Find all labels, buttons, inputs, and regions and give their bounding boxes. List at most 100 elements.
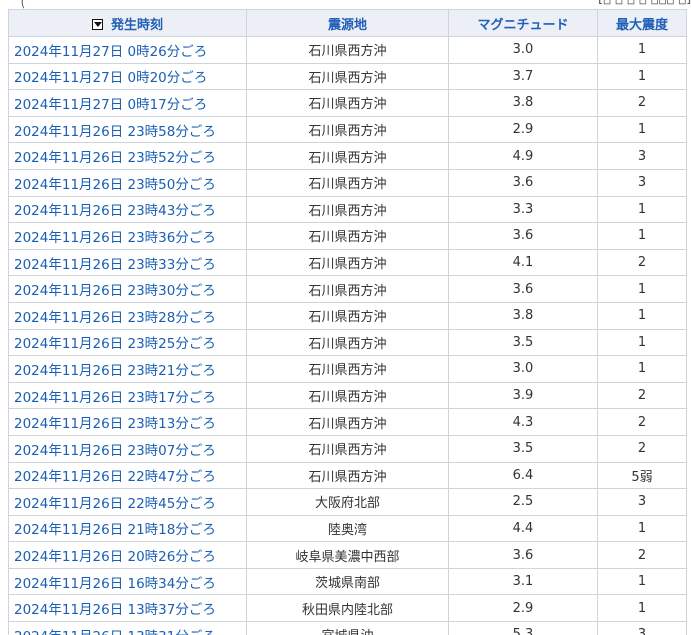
table-row[interactable]: 2024年11月26日 23時43分ごろ 石川県西方沖 3.3 1 [8,195,687,224]
time-cell: 2024年11月26日 23時28分ごろ [8,301,247,330]
time-cell: 2024年11月26日 16時34分ごろ [8,567,247,596]
table-row[interactable]: 2024年11月26日 23時30分ごろ 石川県西方沖 3.6 1 [8,275,687,303]
time-cell: 2024年11月26日 22時45分ごろ [8,488,247,516]
intensity-cell: 1 [597,115,687,144]
earthquake-detail-link[interactable]: 2024年11月27日 0時17分ごろ [14,97,207,113]
column-header-place-label[interactable]: 震源地 [328,18,367,33]
earthquake-detail-link[interactable]: 2024年11月26日 23時30分ごろ [14,283,216,299]
earthquake-detail-link[interactable]: 2024年11月27日 0時26分ごろ [14,44,207,60]
table-row[interactable]: 2024年11月27日 0時20分ごろ 石川県西方沖 3.7 1 [8,62,687,91]
table-row[interactable]: 2024年11月27日 0時17分ごろ 石川県西方沖 3.8 2 [8,89,687,117]
earthquake-detail-link[interactable]: 2024年11月26日 16時34分ごろ [14,576,216,592]
magnitude-cell: 6.4 [448,461,598,490]
table-row[interactable]: 2024年11月26日 13時37分ごろ 秋田県内陸北部 2.9 1 [8,594,687,623]
epicenter-cell: 石川県西方沖 [246,115,449,144]
magnitude-cell: 4.3 [448,408,598,436]
intensity-cell: 3 [597,488,687,516]
column-header-place[interactable]: 震源地 [246,9,449,37]
earthquake-detail-link[interactable]: 2024年11月26日 23時28分ごろ [14,310,216,326]
earthquake-detail-link[interactable]: 2024年11月26日 23時33分ごろ [14,257,216,273]
epicenter-cell: 石川県西方沖 [246,36,449,64]
time-cell: 2024年11月27日 0時20分ごろ [8,62,247,91]
table-row[interactable]: 2024年11月26日 21時18分ごろ 陸奥湾 4.4 1 [8,514,687,543]
earthquake-table: 発生時刻 震源地 マグニチュード 最大震度 2024年11月27日 0時26分ご… [8,9,687,635]
table-row[interactable]: 2024年11月26日 23時21分ごろ 石川県西方沖 3.0 1 [8,355,687,383]
table-row[interactable]: 2024年11月27日 0時26分ごろ 石川県西方沖 3.0 1 [8,36,687,64]
table-row[interactable]: 2024年11月26日 23時25分ごろ 石川県西方沖 3.5 1 [8,328,687,357]
column-header-time[interactable]: 発生時刻 [8,9,247,37]
earthquake-detail-link[interactable]: 2024年11月26日 20時26分ごろ [14,549,216,565]
time-cell: 2024年11月26日 23時43分ごろ [8,195,247,224]
epicenter-cell: 石川県西方沖 [246,195,449,224]
earthquake-detail-link[interactable]: 2024年11月26日 23時07分ごろ [14,443,216,459]
earthquake-detail-link[interactable]: 2024年11月26日 23時36分ごろ [14,230,216,246]
earthquake-detail-link[interactable]: 2024年11月27日 0時20分ごろ [14,70,207,86]
column-header-magnitude-label[interactable]: マグニチュード [477,18,568,33]
time-cell: 2024年11月26日 13時31分ごろ [8,621,247,635]
cut-off-caption: ﾞ(ﾞ ﾞﾞ ﾞﾞ ﾞ ﾞ ﾞ ﾞﾞﾞ ﾞ ﾞﾞ [ﾞ ﾞ ﾞ ﾞ ﾞﾞﾞ ﾞ] [0,0,691,10]
table-row[interactable]: 2024年11月26日 16時34分ごろ 茨城県南部 3.1 1 [8,567,687,596]
intensity-cell: 3 [597,142,687,170]
intensity-cell: 1 [597,355,687,383]
epicenter-cell: 石川県西方沖 [246,248,449,277]
page: ﾞ(ﾞ ﾞﾞ ﾞﾞ ﾞ ﾞ ﾞ ﾞﾞﾞ ﾞ ﾞﾞ [ﾞ ﾞ ﾞ ﾞ ﾞﾞﾞ ﾞ]… [0,0,691,635]
sort-descending-icon[interactable] [91,18,103,30]
intensity-cell: 1 [597,594,687,623]
earthquake-detail-link[interactable]: 2024年11月26日 23時13分ごろ [14,416,216,432]
earthquake-detail-link[interactable]: 2024年11月26日 22時45分ごろ [14,496,216,512]
intensity-cell: 2 [597,89,687,117]
table-row[interactable]: 2024年11月26日 22時45分ごろ 大阪府北部 2.5 3 [8,488,687,516]
table-row[interactable]: 2024年11月26日 13時31分ごろ 宮城県沖5.33 [8,621,687,635]
earthquake-detail-link[interactable]: 2024年11月26日 23時58分ごろ [14,124,216,140]
earthquake-detail-link[interactable]: 2024年11月26日 23時50分ごろ [14,177,216,193]
time-cell: 2024年11月26日 23時58分ごろ [8,115,247,144]
intensity-cell: 2 [597,541,687,569]
time-cell: 2024年11月26日 23時07分ごろ [8,434,247,463]
table-row[interactable]: 2024年11月26日 23時28分ごろ 石川県西方沖 3.8 1 [8,301,687,330]
epicenter-cell: 秋田県内陸北部 [246,594,449,623]
intensity-cell: 1 [597,222,687,250]
table-row[interactable]: 2024年11月26日 23時58分ごろ 石川県西方沖 2.9 1 [8,115,687,144]
earthquake-detail-link[interactable]: 2024年11月26日 21時18分ごろ [14,522,216,538]
magnitude-cell: 3.1 [448,567,598,596]
intensity-cell: 1 [597,195,687,224]
epicenter-cell: 岐阜県美濃中西部 [246,541,449,569]
epicenter-cell: 石川県西方沖 [246,168,449,197]
magnitude-cell: 4.1 [448,248,598,277]
column-header-intensity-label[interactable]: 最大震度 [616,18,668,33]
table-row[interactable]: 2024年11月26日 23時13分ごろ 石川県西方沖 4.3 2 [8,408,687,436]
table-row[interactable]: 2024年11月26日 23時52分ごろ 石川県西方沖 4.9 3 [8,142,687,170]
intensity-cell: 1 [597,328,687,357]
table-row[interactable]: 2024年11月26日 23時07分ごろ 石川県西方沖 3.5 2 [8,434,687,463]
earthquake-detail-link[interactable]: 2024年11月26日 23時43分ごろ [14,203,216,219]
intensity-cell: 1 [597,567,687,596]
table-row[interactable]: 2024年11月26日 23時36分ごろ 石川県西方沖 3.6 1 [8,222,687,250]
column-header-time-label[interactable]: 発生時刻 [111,18,163,33]
time-cell: 2024年11月26日 22時47分ごろ [8,461,247,490]
earthquake-detail-link[interactable]: 2024年11月26日 13時37分ごろ [14,602,216,618]
column-header-intensity[interactable]: 最大震度 [597,9,687,37]
earthquake-detail-link[interactable]: 2024年11月26日 23時17分ごろ [14,390,216,406]
earthquake-detail-link[interactable]: 2024年11月26日 23時52分ごろ [14,150,216,166]
magnitude-cell: 3.6 [448,222,598,250]
column-header-magnitude[interactable]: マグニチュード [448,9,598,37]
epicenter-cell: 石川県西方沖 [246,301,449,330]
time-cell: 2024年11月27日 0時17分ごろ [8,89,247,117]
magnitude-cell: 3.5 [448,328,598,357]
table-row[interactable]: 2024年11月26日 22時47分ごろ 石川県西方沖 6.4 5弱 [8,461,687,490]
magnitude-cell: 3.6 [448,168,598,197]
table-row[interactable]: 2024年11月26日 20時26分ごろ 岐阜県美濃中西部 3.6 2 [8,541,687,569]
earthquake-detail-link[interactable]: 2024年11月26日 23時25分ごろ [14,336,216,352]
time-cell: 2024年11月26日 23時25分ごろ [8,328,247,357]
earthquake-detail-link[interactable]: 2024年11月26日 22時47分ごろ [14,469,216,485]
table-header-row: 発生時刻 震源地 マグニチュード 最大震度 [8,9,687,37]
intensity-cell: 1 [597,62,687,91]
table-row[interactable]: 2024年11月26日 23時17分ごろ 石川県西方沖 3.9 2 [8,381,687,410]
earthquake-detail-link[interactable]: 2024年11月26日 13時31分ごろ [14,629,216,635]
table-row[interactable]: 2024年11月26日 23時50分ごろ 石川県西方沖 3.6 3 [8,168,687,197]
magnitude-cell: 3.8 [448,301,598,330]
table-row[interactable]: 2024年11月26日 23時33分ごろ 石川県西方沖 4.1 2 [8,248,687,277]
intensity-cell: 1 [597,36,687,64]
earthquake-detail-link[interactable]: 2024年11月26日 23時21分ごろ [14,363,216,379]
epicenter-cell: 石川県西方沖 [246,275,449,303]
